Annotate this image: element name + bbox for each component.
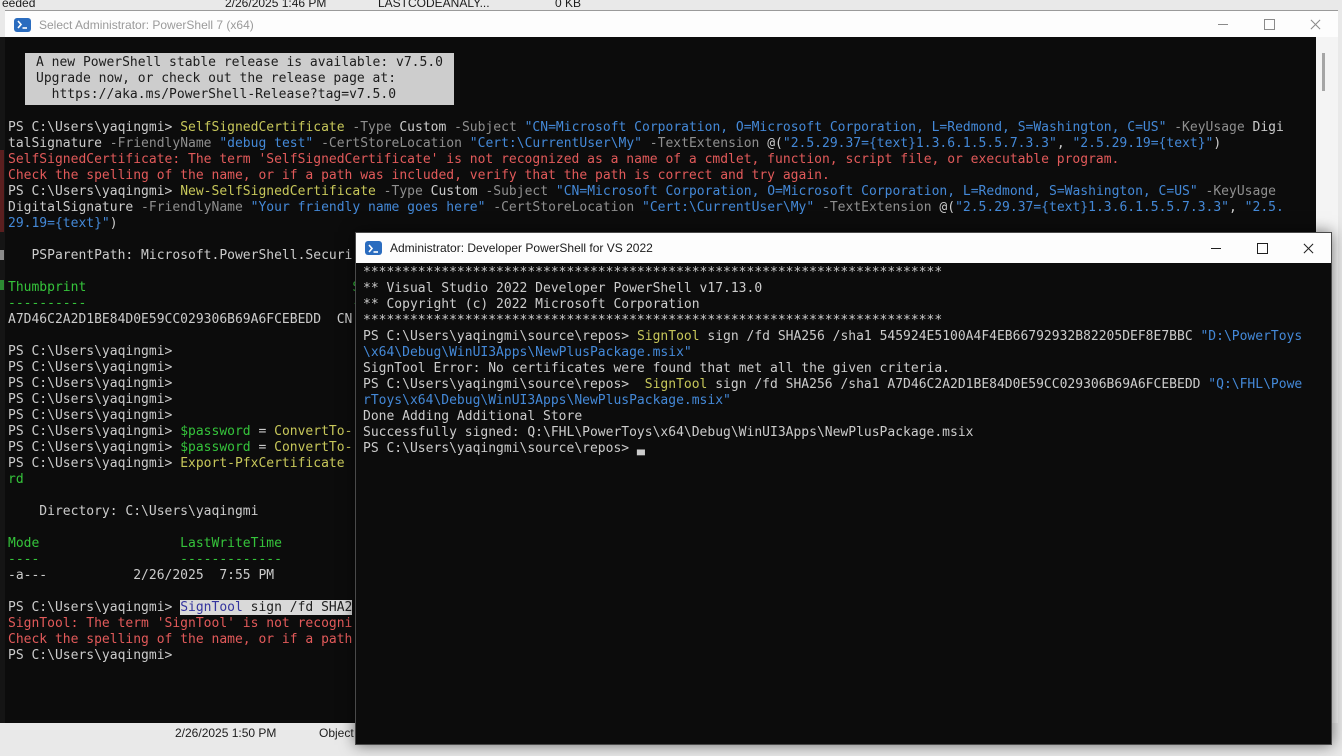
terminal-line: ** Copyright (c) 2022 Microsoft Corporat… (363, 297, 1323, 313)
bg-file-date: 2/26/2025 1:46 PM (225, 0, 326, 10)
terminal-line: PS C:\Users\yaqingmi\source\repos> SignT… (363, 377, 1323, 393)
powershell-icon (365, 241, 382, 255)
vs-dev-powershell-window: Administrator: Developer PowerShell for … (355, 232, 1332, 745)
terminal-line: DigitalSignature -FriendlyName "Your fri… (8, 200, 1314, 216)
sliver-gray-fragment (0, 250, 4, 260)
back-window-titlebar[interactable]: Select Administrator: PowerShell 7 (x64) (5, 10, 1338, 38)
minimize-button[interactable] (1193, 233, 1239, 263)
terminal-line: rToys\x64\Debug\WinUI3Apps\NewPlusPackag… (363, 393, 1323, 409)
powershell-icon (14, 18, 31, 32)
scrollbar-thumb[interactable] (1322, 53, 1325, 91)
front-window-titlebar[interactable]: Administrator: Developer PowerShell for … (356, 233, 1331, 263)
bg-file-type-fragment: Object (319, 726, 354, 740)
terminal-line: Done Adding Additional Store (363, 409, 1323, 425)
terminal-line: PS C:\Users\yaqingmi> New-SelfSignedCert… (8, 184, 1314, 200)
terminal-line: ** Visual Studio 2022 Developer PowerShe… (363, 281, 1323, 297)
maximize-button[interactable] (1246, 11, 1292, 38)
terminal-line: PS C:\Users\yaqingmi\source\repos> SignT… (363, 329, 1323, 345)
front-window-title: Administrator: Developer PowerShell for … (390, 241, 653, 255)
update-notice: A new PowerShell stable release is avail… (25, 53, 454, 105)
terminal-line: PS C:\Users\yaqingmi> SelfSignedCertific… (8, 120, 1314, 136)
terminal-line: ****************************************… (363, 313, 1323, 329)
background-window-sliver (0, 37, 5, 723)
front-terminal-content: ****************************************… (356, 263, 1331, 744)
notice-line: https://aka.ms/PowerShell-Release?tag=v7… (36, 87, 443, 103)
background-file-row-top: eeded 2/26/2025 1:46 PM LASTCODEANALY...… (0, 0, 1342, 10)
bg-file-date: 2/26/2025 1:50 PM (175, 726, 276, 740)
terminal-line: Successfully signed: Q:\FHL\PowerToys\x6… (363, 425, 1323, 441)
minimize-button[interactable] (1200, 11, 1246, 38)
bg-file-name: eeded (2, 0, 35, 10)
notice-line: Upgrade now, or check out the release pa… (36, 71, 443, 87)
bg-file-type: LASTCODEANALY... (378, 0, 490, 10)
front-terminal-lines: ****************************************… (363, 265, 1323, 457)
sliver-red-fragment (0, 150, 4, 232)
terminal-line: PS C:\Users\yaqingmi\source\repos> ▃ (363, 441, 1323, 457)
terminal-line: SelfSignedCertificate: The term 'SelfSig… (8, 152, 1314, 168)
terminal-line: ****************************************… (363, 265, 1323, 281)
terminal-line: talSignature -FriendlyName "debug test" … (8, 136, 1314, 152)
terminal-line: SignTool Error: No certificates were fou… (363, 361, 1323, 377)
close-button[interactable] (1292, 11, 1338, 38)
terminal-line: 29.19={text}") (8, 216, 1314, 232)
terminal-line: Check the spelling of the name, or if a … (8, 168, 1314, 184)
terminal-line: \x64\Debug\WinUI3Apps\NewPlusPackage.msi… (363, 345, 1323, 361)
maximize-button[interactable] (1239, 233, 1285, 263)
back-window-title: Select Administrator: PowerShell 7 (x64) (39, 18, 254, 32)
close-button[interactable] (1285, 233, 1331, 263)
bg-file-size: 0 KB (555, 0, 581, 10)
notice-line: A new PowerShell stable release is avail… (36, 55, 443, 71)
background-file-row-bottom: 2/26/2025 1:50 PM Object (0, 726, 1342, 740)
sliver-green-fragment (0, 280, 4, 290)
